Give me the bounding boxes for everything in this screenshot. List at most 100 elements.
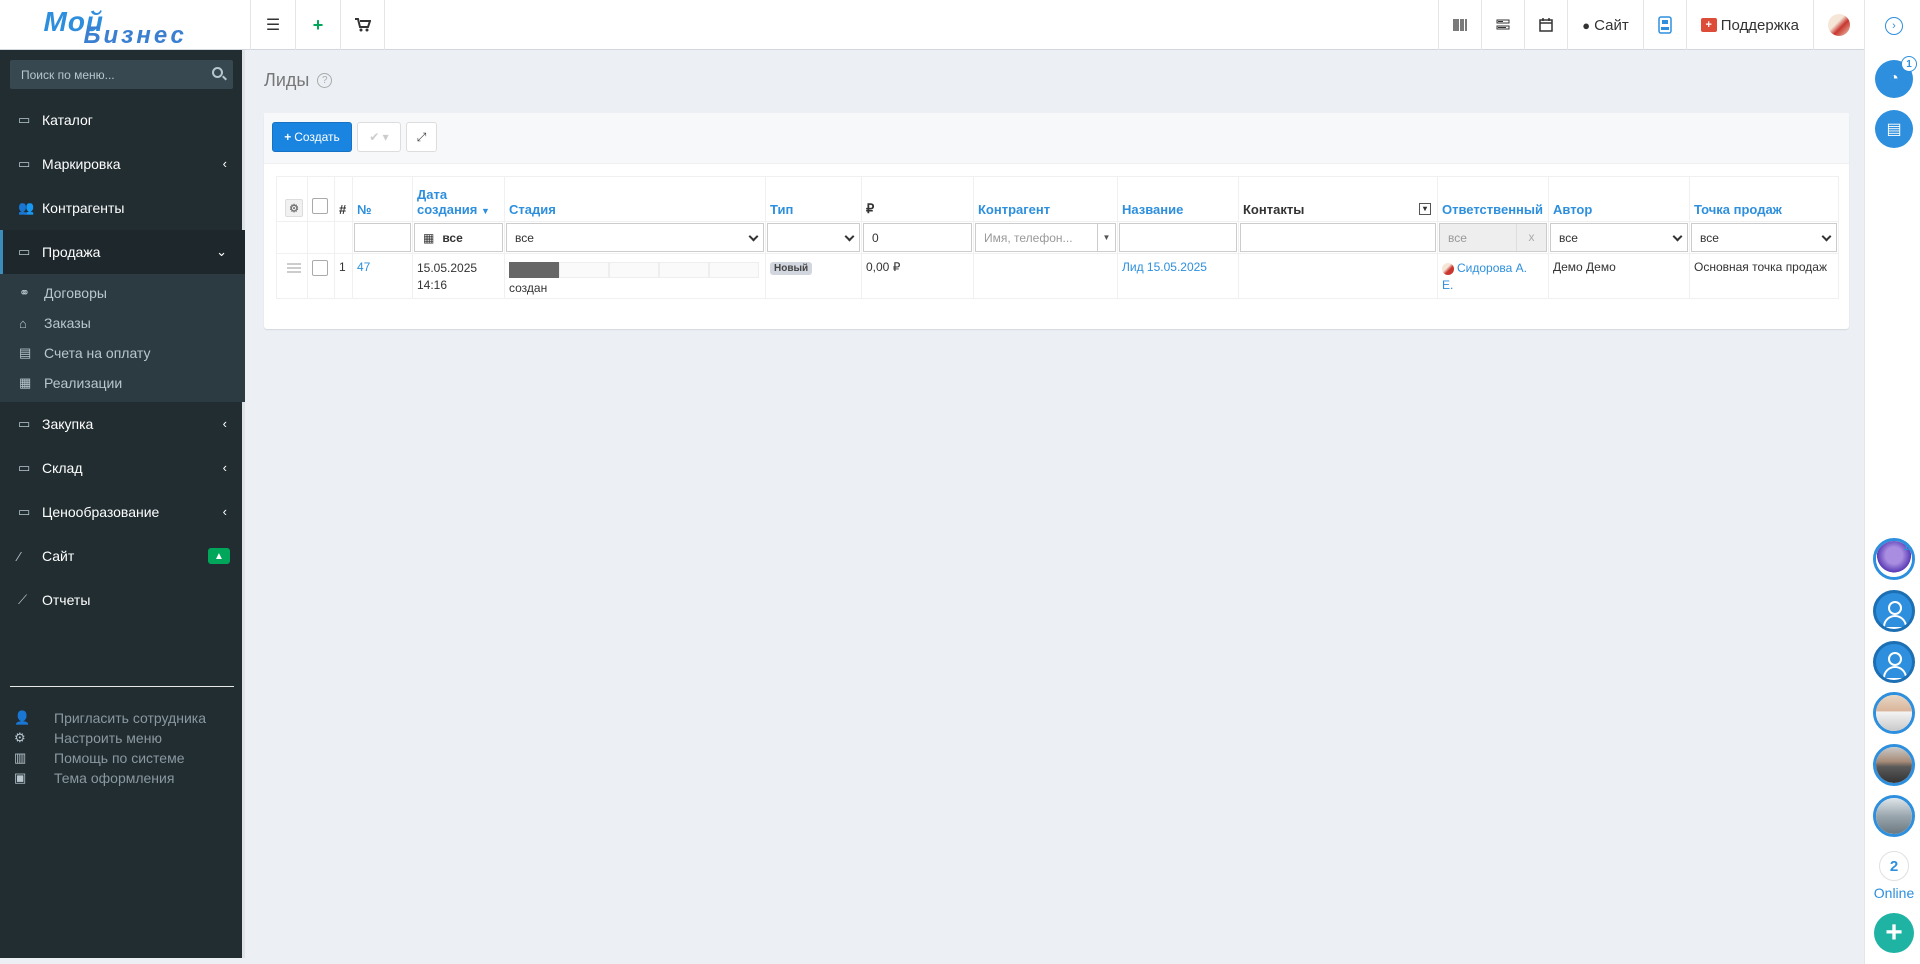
col-select-all	[307, 176, 335, 222]
magic-icon: ⁄	[18, 548, 21, 564]
sidebar-item-label: Каталог	[42, 112, 93, 128]
drag-handle-icon[interactable]	[287, 263, 301, 273]
filter-date-picker[interactable]: ▦ все	[414, 223, 503, 252]
quick-add-button[interactable]: +	[295, 0, 340, 50]
row-number-link[interactable]: 47	[357, 260, 370, 274]
users-icon: 👥	[18, 200, 35, 215]
sidebar-item-counterparties[interactable]: 👥 Контрагенты	[0, 186, 245, 230]
check-icon: ✔ ▾	[369, 130, 389, 144]
page-title-text: Лиды	[264, 70, 310, 90]
col-name[interactable]: Название	[1117, 176, 1239, 222]
sidebar-item-marking[interactable]: ▭ Маркировка ‹	[0, 142, 245, 186]
fullscreen-button[interactable]: ⤢	[406, 122, 437, 152]
col-settings: ⚙	[276, 176, 308, 222]
sidebar-item-reports[interactable]: ⟋ Отчеты	[0, 578, 245, 622]
rail-user-4[interactable]	[1873, 692, 1915, 734]
sidebar-toggle-button[interactable]: ☰	[250, 0, 295, 50]
table-row[interactable]: 1 47 15.05.2025 14:16 создан Новый 0,00 …	[276, 253, 1839, 299]
sidebar-item-label: Ценообразование	[42, 504, 160, 520]
filter-point-select[interactable]: все	[1691, 223, 1837, 252]
gear-icon[interactable]: ⚙	[285, 199, 303, 217]
rail-user-6[interactable]	[1873, 795, 1915, 837]
invite-employee-link[interactable]: 👤 Пригласить сотрудника	[0, 708, 245, 728]
stage-progress-bar[interactable]	[509, 262, 759, 278]
extra-link-label: Пригласить сотрудника	[54, 710, 206, 726]
filter-counterparty-input[interactable]: Имя, телефон... ▼	[975, 223, 1116, 252]
caret-down-icon[interactable]: ▼	[1097, 224, 1115, 251]
column-filter-icon[interactable]: ▾	[1419, 203, 1431, 215]
cart-button[interactable]	[340, 0, 385, 50]
support-button[interactable]: + Поддержка	[1685, 0, 1813, 50]
filter-responsible-select[interactable]: все x	[1439, 223, 1547, 252]
sidebar-item-site[interactable]: ⁄ Сайт ▲	[0, 534, 245, 578]
filter-contacts-input[interactable]	[1240, 223, 1436, 252]
rail-user-5[interactable]	[1873, 744, 1915, 786]
rail-user-1[interactable]: 1	[1873, 538, 1915, 580]
row-checkbox[interactable]	[312, 260, 328, 276]
sidebar-item-warehouse[interactable]: ▭ Склад ‹	[0, 446, 245, 490]
theme-link[interactable]: ▣ Тема оформления	[0, 768, 245, 788]
col-author[interactable]: Автор	[1548, 176, 1690, 222]
chat-button[interactable]: ▤	[1875, 110, 1913, 148]
filter-amount-input[interactable]: 0	[863, 223, 972, 252]
bell-icon: ◔	[1889, 70, 1899, 87]
sidebar-subitem-contracts[interactable]: ⚭ Договоры	[0, 278, 245, 308]
col-responsible[interactable]: Ответственный	[1437, 176, 1549, 222]
app-shortcut-button[interactable]	[1642, 0, 1686, 50]
user-menu-button[interactable]	[1813, 0, 1864, 50]
notifications-button[interactable]: ◔ 1	[1875, 56, 1917, 98]
sales-submenu: ⚭ Договоры ⌂ Заказы ▤ Счета на оплату ▦ …	[0, 274, 245, 402]
chevron-down-icon	[844, 231, 855, 242]
rail-user-2[interactable]	[1873, 590, 1915, 632]
system-help-link[interactable]: ▥ Помощь по системе	[0, 748, 245, 768]
chat-icon: ▤	[1886, 121, 1902, 138]
sidebar-subitem-realizations[interactable]: ▦ Реализации	[0, 368, 245, 398]
filter-stage-select[interactable]: все	[506, 223, 764, 252]
col-amount[interactable]: ₽	[861, 176, 974, 222]
row-responsible-link-cont[interactable]: Е.	[1442, 277, 1544, 294]
medkit-icon: +	[1700, 18, 1717, 32]
sidebar-item-catalog[interactable]: ▭ Каталог	[0, 98, 245, 142]
rail-user-3[interactable]	[1873, 641, 1915, 683]
user-avatar	[1828, 14, 1850, 36]
add-contact-button[interactable]: +	[1874, 913, 1914, 953]
sidebar-subitem-invoices[interactable]: ▤ Счета на оплату	[0, 338, 245, 368]
barcode-icon	[1453, 19, 1467, 31]
folder-icon: ▭	[18, 156, 31, 171]
chevron-left-icon: ‹	[222, 504, 227, 519]
bulk-actions-button[interactable]: ✔ ▾	[357, 122, 401, 152]
calendar-button[interactable]	[1524, 0, 1567, 50]
filter-type-select[interactable]	[767, 223, 860, 252]
site-button[interactable]: ● Сайт	[1567, 0, 1642, 50]
col-number[interactable]: №	[352, 176, 413, 222]
filter-name-input[interactable]	[1119, 223, 1237, 252]
create-button[interactable]: + Создать	[272, 122, 352, 152]
online-label: Online	[1873, 885, 1915, 901]
app-logo[interactable]: Мой Бизнес 2	[0, 0, 245, 77]
col-stage[interactable]: Стадия	[504, 176, 766, 222]
configure-menu-link[interactable]: ⚙ Настроить меню	[0, 728, 245, 748]
select-all-checkbox[interactable]	[312, 198, 328, 214]
row-name-link[interactable]: Лид 15.05.2025	[1122, 260, 1207, 274]
row-responsible-link[interactable]: Сидорова А.	[1457, 261, 1527, 275]
tasks-button[interactable]	[1481, 0, 1524, 50]
col-counterparty[interactable]: Контрагент	[973, 176, 1118, 222]
col-date[interactable]: Дата создания ▼	[412, 176, 505, 222]
col-type[interactable]: Тип	[765, 176, 862, 222]
help-icon[interactable]: ?	[317, 73, 333, 88]
row-index: 1	[334, 253, 353, 299]
sidebar-item-sales[interactable]: ▭ Продажа ⌄	[0, 230, 245, 274]
rail-collapse-button[interactable]: ›	[1885, 17, 1903, 35]
sidebar-subitem-orders[interactable]: ⌂ Заказы	[0, 308, 245, 338]
top-navbar: Мой Бизнес 2 ☰ + ● Сайт + Поддержка	[0, 0, 1864, 77]
barcode-button[interactable]	[1438, 0, 1481, 50]
sidebar-item-purchase[interactable]: ▭ Закупка ‹	[0, 402, 245, 446]
filter-number-input[interactable]	[354, 223, 411, 252]
col-point[interactable]: Точка продаж	[1689, 176, 1839, 222]
filter-author-select[interactable]: все	[1550, 223, 1688, 252]
clear-icon[interactable]: x	[1516, 224, 1546, 251]
search-icon[interactable]	[212, 67, 223, 78]
sidebar-item-pricing[interactable]: ▭ Ценообразование ‹	[0, 490, 245, 534]
menu-search-input[interactable]: Поиск по меню...	[10, 60, 233, 89]
folder-icon: ▭	[18, 460, 31, 475]
